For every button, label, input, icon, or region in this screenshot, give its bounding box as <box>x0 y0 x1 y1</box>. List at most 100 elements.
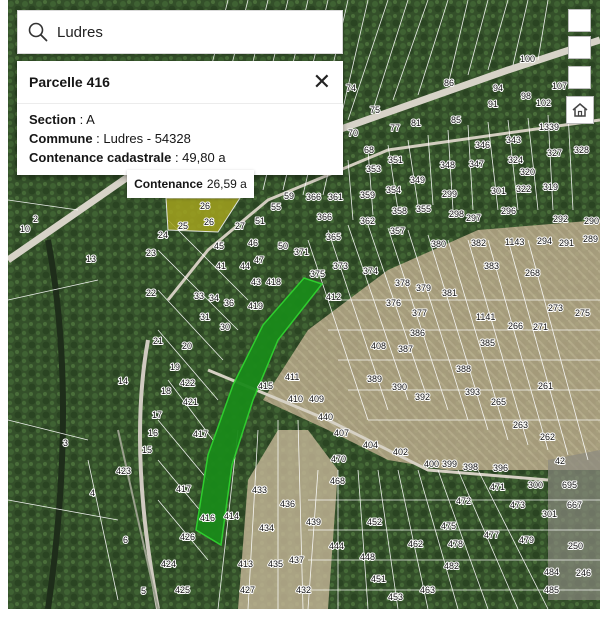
commune-value: : Ludres - 54328 <box>92 131 191 146</box>
parcel-number: 358 <box>392 206 407 216</box>
parcel-number: 421 <box>183 397 198 407</box>
parcel-number: 376 <box>386 298 401 308</box>
parcel-number: 322 <box>516 184 531 194</box>
parcel-number: 378 <box>395 278 410 288</box>
parcel-number: 297 <box>466 213 481 223</box>
search-bar[interactable] <box>17 10 343 54</box>
parcel-number: 390 <box>392 382 407 392</box>
parcel-number: 383 <box>484 261 499 271</box>
parcel-number: 348 <box>440 160 455 170</box>
parcel-number: 261 <box>538 381 553 391</box>
parcel-number: 346 <box>475 140 490 150</box>
parcel-number: 475 <box>441 521 456 531</box>
parcel-number: 2 <box>33 214 38 224</box>
parcel-number: 359 <box>360 190 375 200</box>
parcel-number: 1339 <box>539 122 559 132</box>
parcel-number: 473 <box>510 500 525 510</box>
parcel-number: 1141 <box>476 312 495 322</box>
parcel-number: 366 <box>317 212 332 222</box>
parcel-number: 451 <box>371 574 386 584</box>
parcel-number: 425 <box>175 585 190 595</box>
parcel-number: 36 <box>224 298 234 308</box>
parcel-number: 435 <box>268 559 283 569</box>
parcel-number: 262 <box>540 432 555 442</box>
close-icon[interactable]: ✕ <box>313 71 331 93</box>
parcel-number: 30 <box>220 322 230 332</box>
parcel-number: 355 <box>416 204 431 214</box>
parcel-number: 45 <box>214 241 224 251</box>
parcel-number: 324 <box>508 155 523 165</box>
parcel-number: 470 <box>331 454 346 464</box>
parcel-number: 462 <box>408 539 423 549</box>
parcel-number: 393 <box>465 387 480 397</box>
parcel-number: 485 <box>544 585 559 595</box>
parcel-number: 426 <box>180 532 195 542</box>
parcel-number: 4 <box>90 488 95 498</box>
parcel-number: 479 <box>519 535 534 545</box>
contenance-row: Contenance cadastrale : 49,80 a <box>29 148 331 167</box>
parcel-number: 271 <box>533 322 548 332</box>
search-input[interactable] <box>55 22 319 42</box>
parcel-number: 413 <box>238 559 253 569</box>
parcel-number: 107 <box>552 81 567 91</box>
home-icon <box>572 103 588 117</box>
parcel-number: 463 <box>420 585 435 595</box>
parcel-number: 19 <box>170 362 180 372</box>
parcel-number: 42 <box>555 456 565 466</box>
parcel-number: 328 <box>574 145 589 155</box>
parcel-number: 695 <box>562 480 577 490</box>
parcel-number: 374 <box>363 266 378 276</box>
parcel-number: 362 <box>360 216 375 226</box>
parcel-number: 347 <box>469 159 484 169</box>
parcel-number: 301 <box>542 509 557 519</box>
parcel-number: 10 <box>20 224 30 234</box>
map-control-button[interactable] <box>568 36 591 59</box>
hover-tooltip: Contenance 26,59 a <box>127 170 254 198</box>
parcel-number: 389 <box>367 374 382 384</box>
parcel-number: 5 <box>141 586 146 596</box>
parcel-number: 31 <box>200 312 210 322</box>
parcel-number: 410 <box>288 394 303 404</box>
parcel-number: 250 <box>568 541 583 551</box>
parcel-number: 43 <box>251 277 261 287</box>
parcel-number: 381 <box>442 288 457 298</box>
parcel-number: 91 <box>488 99 498 109</box>
parcel-number: 292 <box>553 214 568 224</box>
parcel-number: 379 <box>416 283 431 293</box>
parcel-number: 290 <box>584 216 599 226</box>
parcel-number: 415 <box>258 381 273 391</box>
parcel-number: 418 <box>266 277 281 287</box>
map-control-button[interactable] <box>568 66 591 89</box>
parcel-number: 392 <box>415 392 430 402</box>
tooltip-value: 26,59 a <box>206 177 247 191</box>
section-row: Section : A <box>29 110 331 129</box>
parcel-number: 24 <box>158 230 168 240</box>
contenance-value: : 49,80 a <box>171 150 226 165</box>
parcel-number: 417 <box>176 484 191 494</box>
parcel-number: 377 <box>412 308 427 318</box>
parcel-number: 424 <box>161 559 176 569</box>
parcel-number: 432 <box>296 585 311 595</box>
parcel-number: 437 <box>289 555 304 565</box>
parcel-number: 375 <box>310 269 325 279</box>
parcel-number: 3 <box>63 438 68 448</box>
parcel-number: 357 <box>390 226 405 236</box>
parcel-number: 354 <box>386 185 401 195</box>
parcel-number: 386 <box>410 328 425 338</box>
panel-title: Parcelle 416 <box>29 74 110 90</box>
commune-label: Commune <box>29 131 93 146</box>
parcel-number: 361 <box>328 192 343 202</box>
home-button[interactable] <box>566 96 594 124</box>
parcel-info-panel: Parcelle 416 ✕ Section : A Commune : Lud… <box>17 61 343 175</box>
parcel-number: 20 <box>182 341 192 351</box>
parcel-number: 398 <box>463 462 478 472</box>
parcel-number: 411 <box>285 372 299 382</box>
parcel-number: 17 <box>152 410 162 420</box>
parcel-number: 419 <box>248 301 263 311</box>
parcel-number: 15 <box>142 445 152 455</box>
parcel-number: 51 <box>255 216 265 226</box>
parcel-number: 433 <box>252 485 267 495</box>
map-control-button[interactable] <box>568 9 591 32</box>
parcel-number: 478 <box>448 539 463 549</box>
search-icon[interactable] <box>27 21 49 43</box>
